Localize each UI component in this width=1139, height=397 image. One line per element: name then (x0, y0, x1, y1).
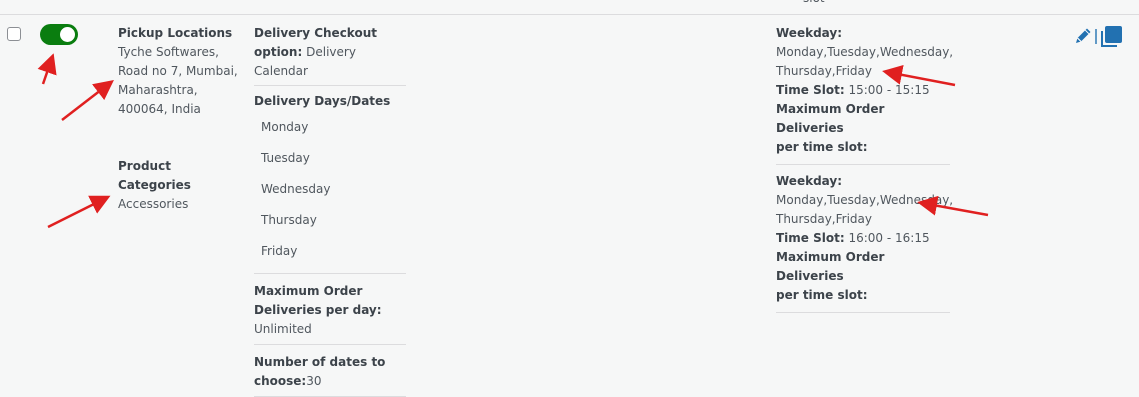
max-per-day-label: Maximum Order (254, 284, 363, 298)
max-per-slot-label-2: per time slot: (776, 288, 868, 302)
enable-toggle[interactable] (40, 24, 78, 45)
red-arrow (37, 53, 57, 85)
weekday-value: Thursday,Friday (776, 212, 872, 226)
time-slot-label: Time Slot: (776, 83, 845, 97)
weekday-value: Monday,Tuesday,Wednesday, (776, 45, 954, 59)
weekday-value: Monday,Tuesday,Wednesday, (776, 193, 954, 207)
max-per-day-label-2: Deliveries per day: (254, 303, 382, 317)
pencil-icon[interactable] (1076, 28, 1097, 45)
time-slot-block: Weekday: Monday,Tuesday,Wednesday, Thurs… (776, 165, 954, 313)
max-per-slot-label: Maximum Order Deliveries (776, 250, 885, 283)
time-slot-value: 15:00 - 15:15 (848, 83, 930, 97)
location-column: Pickup Locations Tyche Softwares, Road n… (118, 24, 248, 211)
pickup-address-line: 400064, India (118, 102, 201, 116)
product-categories-label: Product Categories (118, 159, 191, 192)
row-actions (1073, 25, 1125, 47)
day-item: Thursday (261, 213, 317, 227)
max-per-day-section: Maximum Order Deliveries per day: Unlimi… (254, 274, 406, 345)
pickup-address-line: Road no 7, Mumbai, (118, 64, 238, 78)
time-slot-block: Weekday: Monday,Tuesday,Wednesday, Thurs… (776, 24, 954, 165)
max-per-slot-label-2: per time slot: (776, 140, 868, 154)
categories-block: Product Categories Accessories (118, 157, 248, 214)
delivery-settings-column: Delivery Checkout option: Delivery Calen… (254, 24, 406, 397)
checkout-option-label-2: option: (254, 45, 303, 59)
checkout-option-section: Delivery Checkout option: Delivery Calen… (254, 24, 406, 86)
pickup-address-line: Tyche Softwares, (118, 45, 219, 59)
row-checkbox[interactable] (7, 27, 21, 41)
day-item: Tuesday (261, 151, 310, 165)
pickup-locations-label: Pickup Locations (118, 26, 233, 40)
time-slots-column: Weekday: Monday,Tuesday,Wednesday, Thurs… (776, 24, 954, 313)
weekday-label: Weekday: (776, 174, 843, 188)
num-dates-label-2: choose: (254, 374, 307, 388)
num-dates-label: Number of dates to (254, 355, 386, 369)
pickup-address-line: Maharashtra, (118, 83, 198, 97)
day-item: Wednesday (261, 182, 331, 196)
red-arrow (47, 195, 111, 229)
delivery-days-list: Monday Tuesday Wednesday Thursday Friday (254, 118, 406, 273)
weekday-value: Thursday,Friday (776, 64, 872, 78)
checkout-option-label: Delivery Checkout (254, 26, 377, 40)
day-item: Monday (261, 120, 309, 134)
red-arrow (61, 79, 114, 121)
copy-icon[interactable] (1101, 26, 1122, 47)
weekday-label: Weekday: (776, 26, 843, 40)
num-dates-section: Number of dates to choose:30 (254, 345, 406, 397)
toggle-knob (60, 27, 75, 42)
time-slot-label: Time Slot: (776, 231, 845, 245)
product-categories-value: Accessories (118, 197, 189, 211)
day-item: Friday (261, 244, 298, 258)
num-dates-value: 30 (306, 374, 322, 388)
delivery-days-section: Delivery Days/Dates Monday Tuesday Wedne… (254, 86, 406, 274)
max-per-day-value: Unlimited (254, 322, 312, 336)
delivery-days-label: Delivery Days/Dates (254, 94, 391, 108)
max-per-slot-label: Maximum Order Deliveries (776, 102, 885, 135)
time-slot-value: 16:00 - 16:15 (848, 231, 930, 245)
header-fragment: slot (803, 0, 825, 5)
row-separator (0, 14, 1139, 15)
